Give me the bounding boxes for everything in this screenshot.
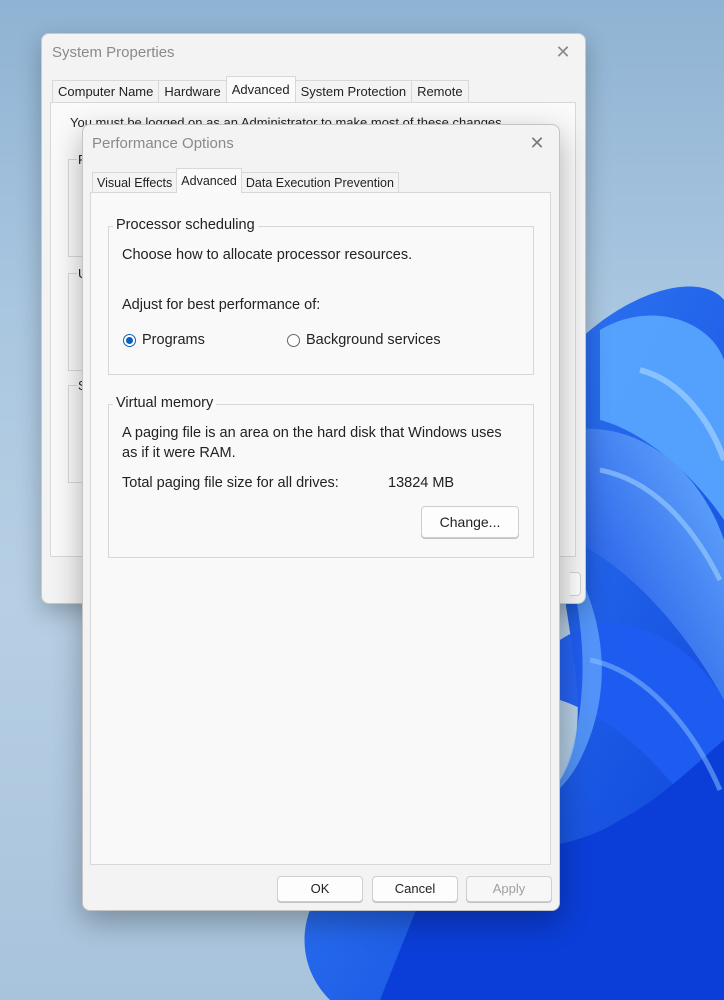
background-services-radio[interactable] bbox=[287, 334, 300, 347]
cancel-button[interactable]: Cancel bbox=[372, 876, 458, 902]
total-paging-label: Total paging file size for all drives: bbox=[122, 475, 339, 491]
tab-data-execution-prevention[interactable]: Data Execution Prevention bbox=[240, 172, 399, 193]
paging-description-line2: as if it were RAM. bbox=[122, 445, 236, 461]
apply-button[interactable]: Apply bbox=[466, 876, 552, 902]
paging-description-line1: A paging file is an area on the hard dis… bbox=[122, 425, 502, 441]
performance-options-window[interactable]: Performance Options ✕ Visual Effects Adv… bbox=[82, 124, 560, 911]
window-title: System Properties bbox=[52, 44, 175, 61]
tab-hardware[interactable]: Hardware bbox=[158, 80, 227, 102]
processor-description: Choose how to allocate processor resourc… bbox=[122, 247, 413, 263]
apply-button-edge[interactable] bbox=[570, 572, 581, 596]
programs-radio[interactable] bbox=[123, 334, 136, 347]
tab-visual-effects[interactable]: Visual Effects bbox=[92, 172, 178, 193]
adjust-label: Adjust for best performance of: bbox=[122, 297, 321, 313]
total-paging-value: 13824 MB bbox=[388, 475, 455, 491]
window-title: Performance Options bbox=[92, 135, 234, 152]
processor-scheduling-legend: Processor scheduling bbox=[113, 217, 258, 233]
ok-button[interactable]: OK bbox=[277, 876, 363, 902]
tab-bar: Computer Name Hardware Advanced System P… bbox=[52, 76, 469, 102]
tab-remote[interactable]: Remote bbox=[411, 80, 469, 102]
close-icon[interactable]: ✕ bbox=[551, 40, 575, 64]
tab-computer-name[interactable]: Computer Name bbox=[52, 80, 160, 102]
tab-panel: Processor scheduling Choose how to alloc… bbox=[90, 192, 551, 865]
virtual-memory-legend: Virtual memory bbox=[113, 395, 217, 411]
tab-system-protection[interactable]: System Protection bbox=[294, 80, 413, 102]
tab-bar: Visual Effects Advanced Data Execution P… bbox=[92, 168, 399, 193]
tab-advanced[interactable]: Advanced bbox=[176, 168, 242, 193]
change-button[interactable]: Change... bbox=[421, 506, 519, 538]
tab-advanced[interactable]: Advanced bbox=[225, 76, 296, 102]
close-icon[interactable]: ✕ bbox=[525, 131, 549, 155]
programs-radio-label[interactable]: Programs bbox=[142, 332, 205, 348]
background-services-radio-label[interactable]: Background services bbox=[306, 332, 441, 348]
